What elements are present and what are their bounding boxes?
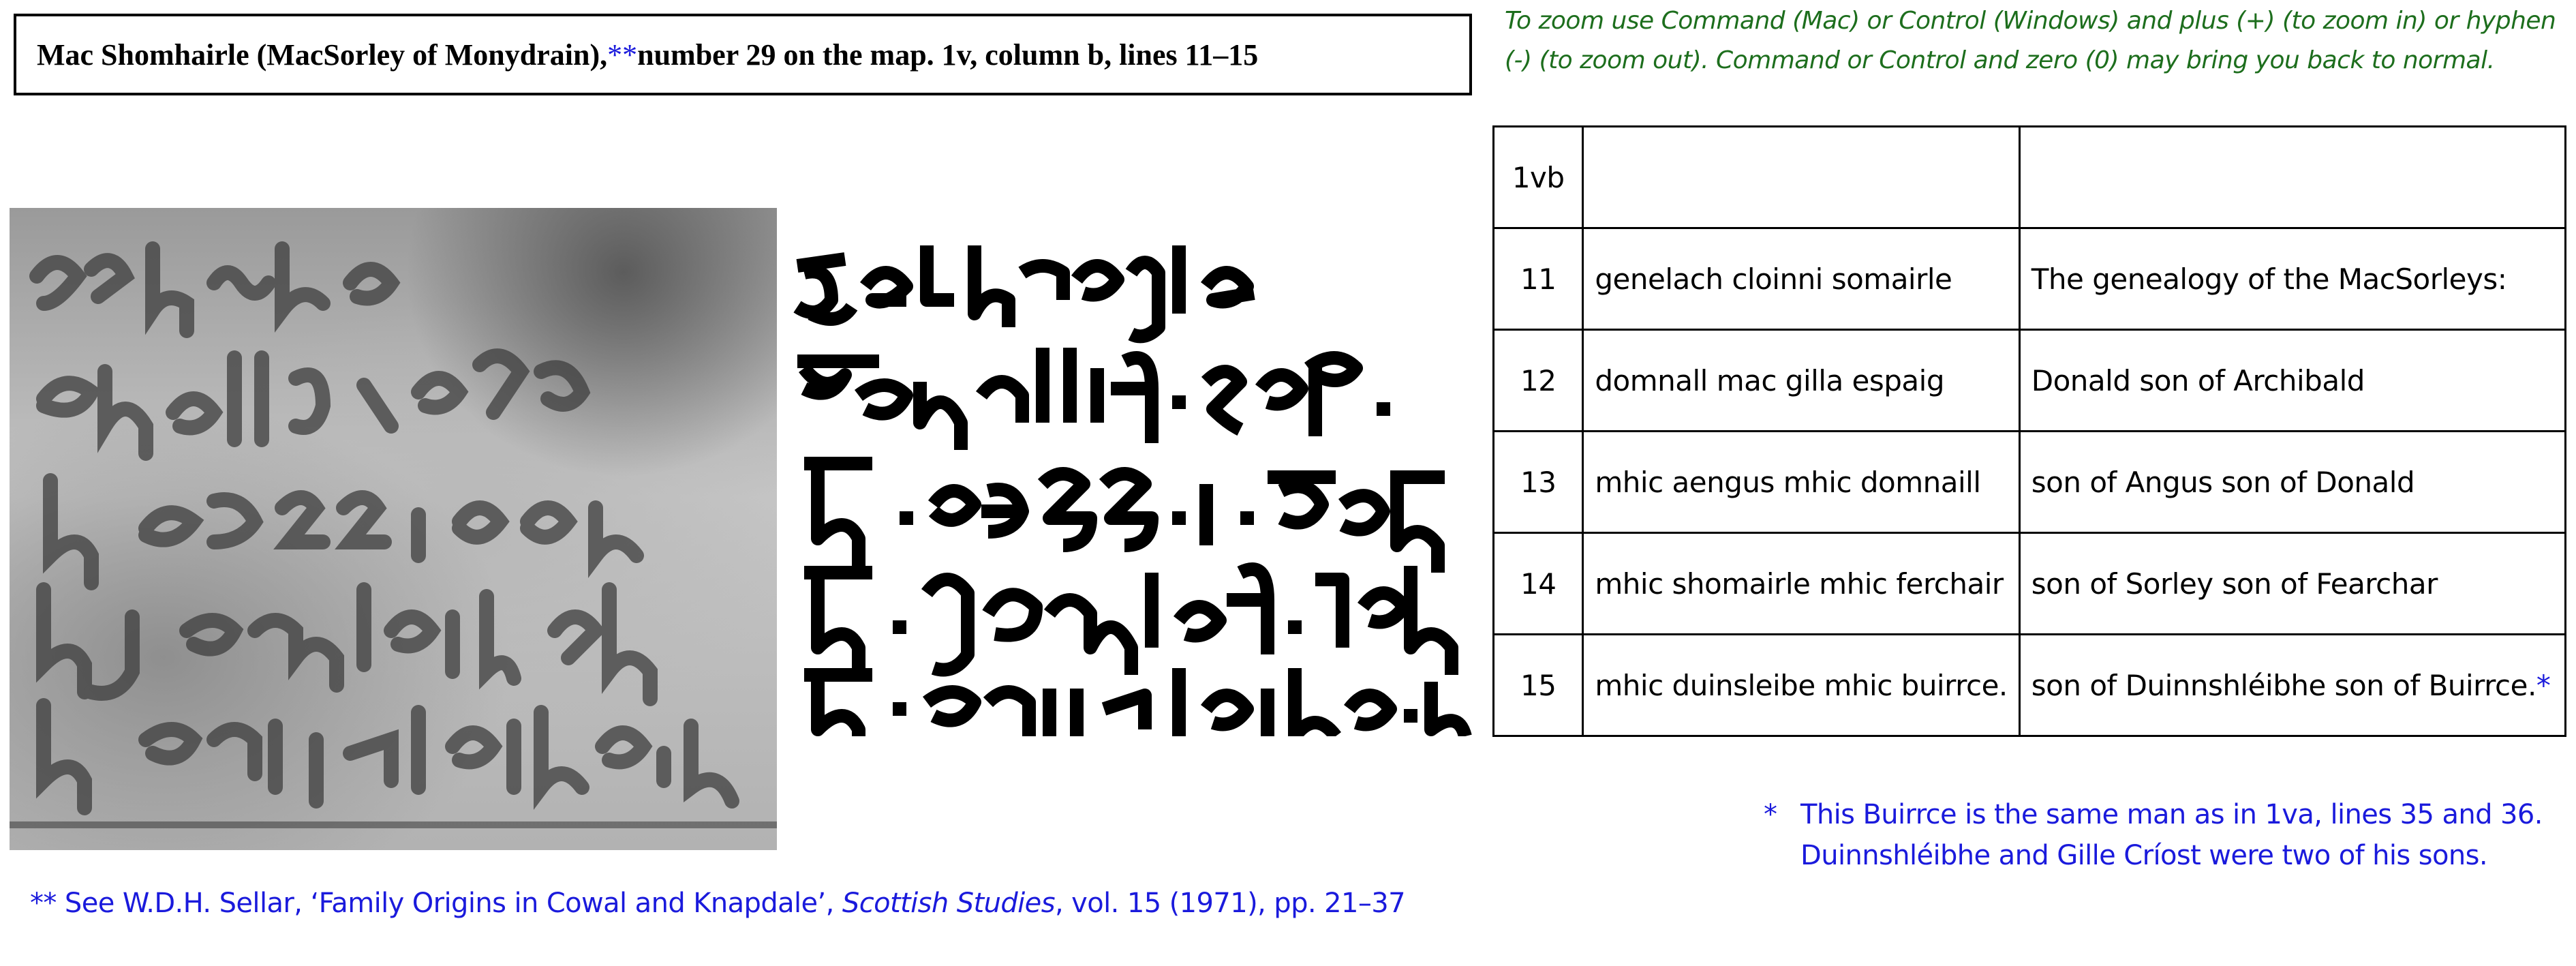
line-number: 14 (1492, 532, 1584, 635)
manuscript-photo-strokes (10, 241, 777, 828)
irish-text: mhic duinsleibe mhic buirrce. (1582, 633, 2021, 737)
english-translation: Donald son of Archibald (2018, 329, 2567, 432)
table-row: 11 genelach cloinni somairle The genealo… (1492, 227, 2567, 331)
footnote-body: This Buirrce is the same man as in 1va, … (1800, 794, 2568, 876)
english-translation-text: son of Duinnshléibhe son of Buirrce. (2031, 668, 2537, 702)
english-translation: son of Duinnshléibhe son of Buirrce.* (2018, 633, 2567, 737)
manuscript-photo (10, 208, 777, 850)
english-translation: son of Sorley son of Fearchar (2018, 532, 2567, 635)
page-title: Mac Shomhairle (MacSorley of Monydrain),… (14, 14, 1472, 95)
table-row: 13 mhic aengus mhic domnaill son of Angu… (1492, 430, 2567, 534)
english-translation: son of Angus son of Donald (2018, 430, 2567, 534)
english-translation: The genealogy of the MacSorleys: (2018, 227, 2567, 331)
footnote-line: Duinnshléibhe and Gille Críost were two … (1800, 840, 2488, 871)
table-cell-irish (1582, 125, 2021, 229)
footnote-link[interactable]: * (2536, 669, 2551, 702)
footnote-journal: Scottish Studies (842, 888, 1056, 919)
genealogy-table: 1vb 11 genelach cloinni somairle The gen… (1492, 125, 2567, 737)
title-main: Mac Shomhairle (MacSorley of Monydrain), (37, 37, 608, 72)
irish-text: mhic aengus mhic domnaill (1582, 430, 2021, 534)
title-rest: number 29 on the map. 1v, column b, line… (637, 37, 1259, 72)
table-cell-folio: 1vb (1492, 125, 1584, 229)
line-number: 15 (1492, 633, 1584, 737)
footnote-line: This Buirrce is the same man as in 1va, … (1800, 799, 2543, 830)
irish-text: genelach cloinni somairle (1582, 227, 2021, 331)
table-header-row: 1vb (1492, 125, 2567, 229)
footnote-prefix: ** See W.D.H. Sellar, ‘Family Origins in… (30, 888, 842, 919)
line-number: 12 (1492, 329, 1584, 432)
line-number: 11 (1492, 227, 1584, 331)
title-footnote-link[interactable]: ** (607, 37, 637, 72)
manuscript-transcription-drawing (793, 245, 1472, 736)
footnote-buirrce: * This Buirrce is the same man as in 1va… (1764, 794, 2568, 876)
line-number: 13 (1492, 430, 1584, 534)
footnote-suffix: , vol. 15 (1971), pp. 21–37 (1054, 888, 1406, 919)
table-row: 15 mhic duinsleibe mhic buirrce. son of … (1492, 633, 2567, 737)
table-row: 12 domnall mac gilla espaig Donald son o… (1492, 329, 2567, 432)
footnote-mark: * (1764, 799, 1777, 830)
footnote-sellar: ** See W.D.H. Sellar, ‘Family Origins in… (30, 888, 1406, 919)
irish-text: domnall mac gilla espaig (1582, 329, 2021, 432)
table-cell-english (2018, 125, 2567, 229)
irish-text: mhic shomairle mhic ferchair (1582, 532, 2021, 635)
table-row: 14 mhic shomairle mhic ferchair son of S… (1492, 532, 2567, 635)
zoom-instructions: To zoom use Command (Mac) or Control (Wi… (1505, 7, 2556, 74)
